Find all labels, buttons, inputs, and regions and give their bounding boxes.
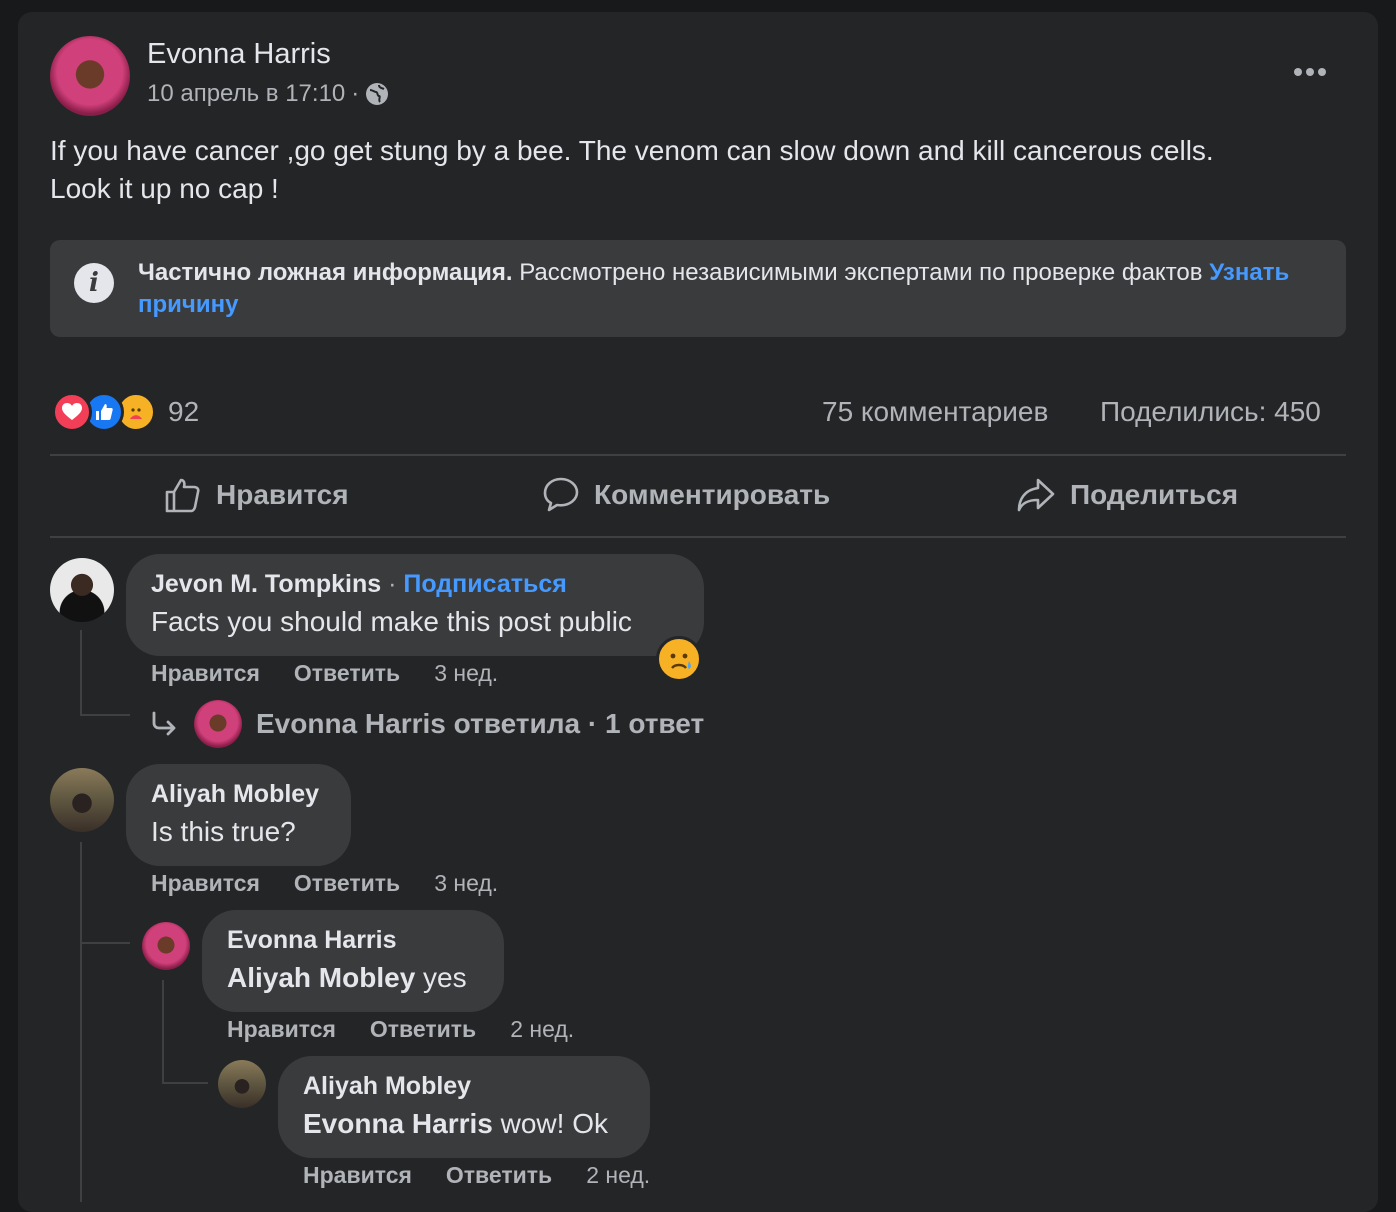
- view-replies-link[interactable]: Evonna Harris ответила · 1 ответ: [150, 700, 704, 748]
- factcheck-description: Рассмотрено независимыми экспертами по п…: [512, 259, 1210, 286]
- comment-separator: ·: [381, 570, 404, 598]
- thread-line: [80, 630, 82, 716]
- reply-body: wow! Ok: [492, 1108, 608, 1139]
- divider-top: [50, 454, 1346, 456]
- comments-count[interactable]: 75 комментариев: [822, 396, 1048, 428]
- thread-connector: [80, 942, 130, 944]
- like-button[interactable]: Нравится: [164, 476, 349, 514]
- reply-actions: Нравится Ответить 2 нед.: [303, 1162, 650, 1189]
- share-label: Поделиться: [1070, 479, 1239, 510]
- meta-separator: ·: [351, 80, 360, 107]
- reply-mention[interactable]: Aliyah Mobley: [227, 962, 415, 993]
- comment-time[interactable]: 3 нед.: [434, 660, 498, 687]
- post-text-line-2: Look it up no cap !: [50, 173, 279, 204]
- reply-avatar[interactable]: [218, 1060, 266, 1108]
- post-text: If you have cancer ,go get stung by a be…: [50, 132, 1350, 208]
- author-avatar[interactable]: [50, 36, 130, 116]
- post-timestamp[interactable]: 10 апрель в 17:10: [147, 80, 345, 108]
- love-reaction-icon: [52, 392, 92, 432]
- reply-reply-link[interactable]: Ответить: [446, 1162, 552, 1189]
- reply-like-link[interactable]: Нравится: [303, 1162, 412, 1189]
- thread-line: [162, 980, 164, 1084]
- reply-time[interactable]: 2 нед.: [510, 1016, 574, 1043]
- comment-bubble: Jevon M. Tompkins · Подписаться Facts yo…: [126, 554, 704, 656]
- post-meta: 10 апрель в 17:10 ·: [147, 80, 389, 108]
- factcheck-title: Частично ложная информация.: [138, 259, 513, 286]
- reply-bubble: Aliyah Mobley Evonna Harris wow! Ok: [278, 1056, 650, 1158]
- globe-icon: [365, 82, 389, 106]
- reply-reply-link[interactable]: Ответить: [370, 1016, 476, 1043]
- replier-avatar: [194, 700, 242, 748]
- comment-like-link[interactable]: Нравится: [151, 870, 260, 897]
- reply-mention[interactable]: Evonna Harris: [303, 1108, 493, 1139]
- comment-author[interactable]: Aliyah Mobley: [151, 780, 319, 809]
- reply-text: Evonna Harris wow! Ok: [303, 1108, 608, 1140]
- author-name[interactable]: Evonna Harris: [147, 38, 331, 71]
- comment-like-link[interactable]: Нравится: [151, 660, 260, 687]
- reply-avatar[interactable]: [142, 922, 190, 970]
- reply-summary: Evonna Harris ответила · 1 ответ: [256, 708, 705, 739]
- dot: [1294, 68, 1302, 76]
- commenter-avatar[interactable]: [50, 768, 114, 832]
- share-button[interactable]: Поделиться: [1016, 476, 1238, 514]
- comment-bubble: Aliyah Mobley Is this true?: [126, 764, 351, 866]
- post-text-line-1: If you have cancer ,go get stung by a be…: [50, 135, 1214, 166]
- comment-label: Комментировать: [594, 479, 831, 510]
- comment-text: Is this true?: [151, 816, 296, 847]
- comment-author[interactable]: Jevon M. Tompkins: [151, 570, 381, 598]
- reactions-summary[interactable]: 92: [52, 392, 199, 432]
- reply-text: Aliyah Mobley yes: [227, 962, 467, 994]
- comment-actions: Нравится Ответить 3 нед.: [151, 660, 498, 687]
- thread-connector: [80, 714, 130, 716]
- thread-connector: [162, 1082, 208, 1084]
- factcheck-banner: i Частично ложная информация. Рассмотрен…: [50, 240, 1346, 337]
- follow-link[interactable]: Подписаться: [403, 570, 566, 598]
- comment-header: Jevon M. Tompkins · Подписаться: [151, 570, 567, 599]
- dot: [1318, 68, 1326, 76]
- thread-line: [80, 842, 82, 1202]
- shares-count[interactable]: Поделились: 450: [1100, 396, 1321, 428]
- speech-bubble-icon: [542, 476, 580, 514]
- info-icon: i: [74, 263, 114, 303]
- reactions-count[interactable]: 92: [168, 396, 199, 428]
- reply-author[interactable]: Aliyah Mobley: [303, 1072, 471, 1101]
- reply-bubble: Evonna Harris Aliyah Mobley yes: [202, 910, 504, 1012]
- reply-time[interactable]: 2 нед.: [586, 1162, 650, 1189]
- comment-text: Facts you should make this post public: [151, 606, 632, 637]
- comment-time[interactable]: 3 нед.: [434, 870, 498, 897]
- comment-reply-link[interactable]: Ответить: [294, 870, 400, 897]
- more-options-button[interactable]: [1290, 62, 1330, 82]
- divider-bottom: [50, 536, 1346, 538]
- like-label: Нравится: [216, 479, 349, 510]
- comment-reply-link[interactable]: Ответить: [294, 660, 400, 687]
- factcheck-text: Частично ложная информация. Рассмотрено …: [138, 257, 1318, 321]
- comment-actions: Нравится Ответить 3 нед.: [151, 870, 498, 897]
- reply-like-link[interactable]: Нравится: [227, 1016, 336, 1043]
- reply-body: yes: [415, 962, 467, 993]
- reply-actions: Нравится Ответить 2 нед.: [227, 1016, 574, 1043]
- thumbs-up-icon: [164, 476, 202, 514]
- dot: [1306, 68, 1314, 76]
- comment-button[interactable]: Комментировать: [542, 476, 830, 514]
- reply-arrow-icon: [150, 711, 180, 737]
- share-arrow-icon: [1016, 476, 1056, 514]
- commenter-avatar[interactable]: [50, 558, 114, 622]
- sad-reaction-icon[interactable]: [656, 636, 702, 682]
- reply-author[interactable]: Evonna Harris: [227, 926, 397, 955]
